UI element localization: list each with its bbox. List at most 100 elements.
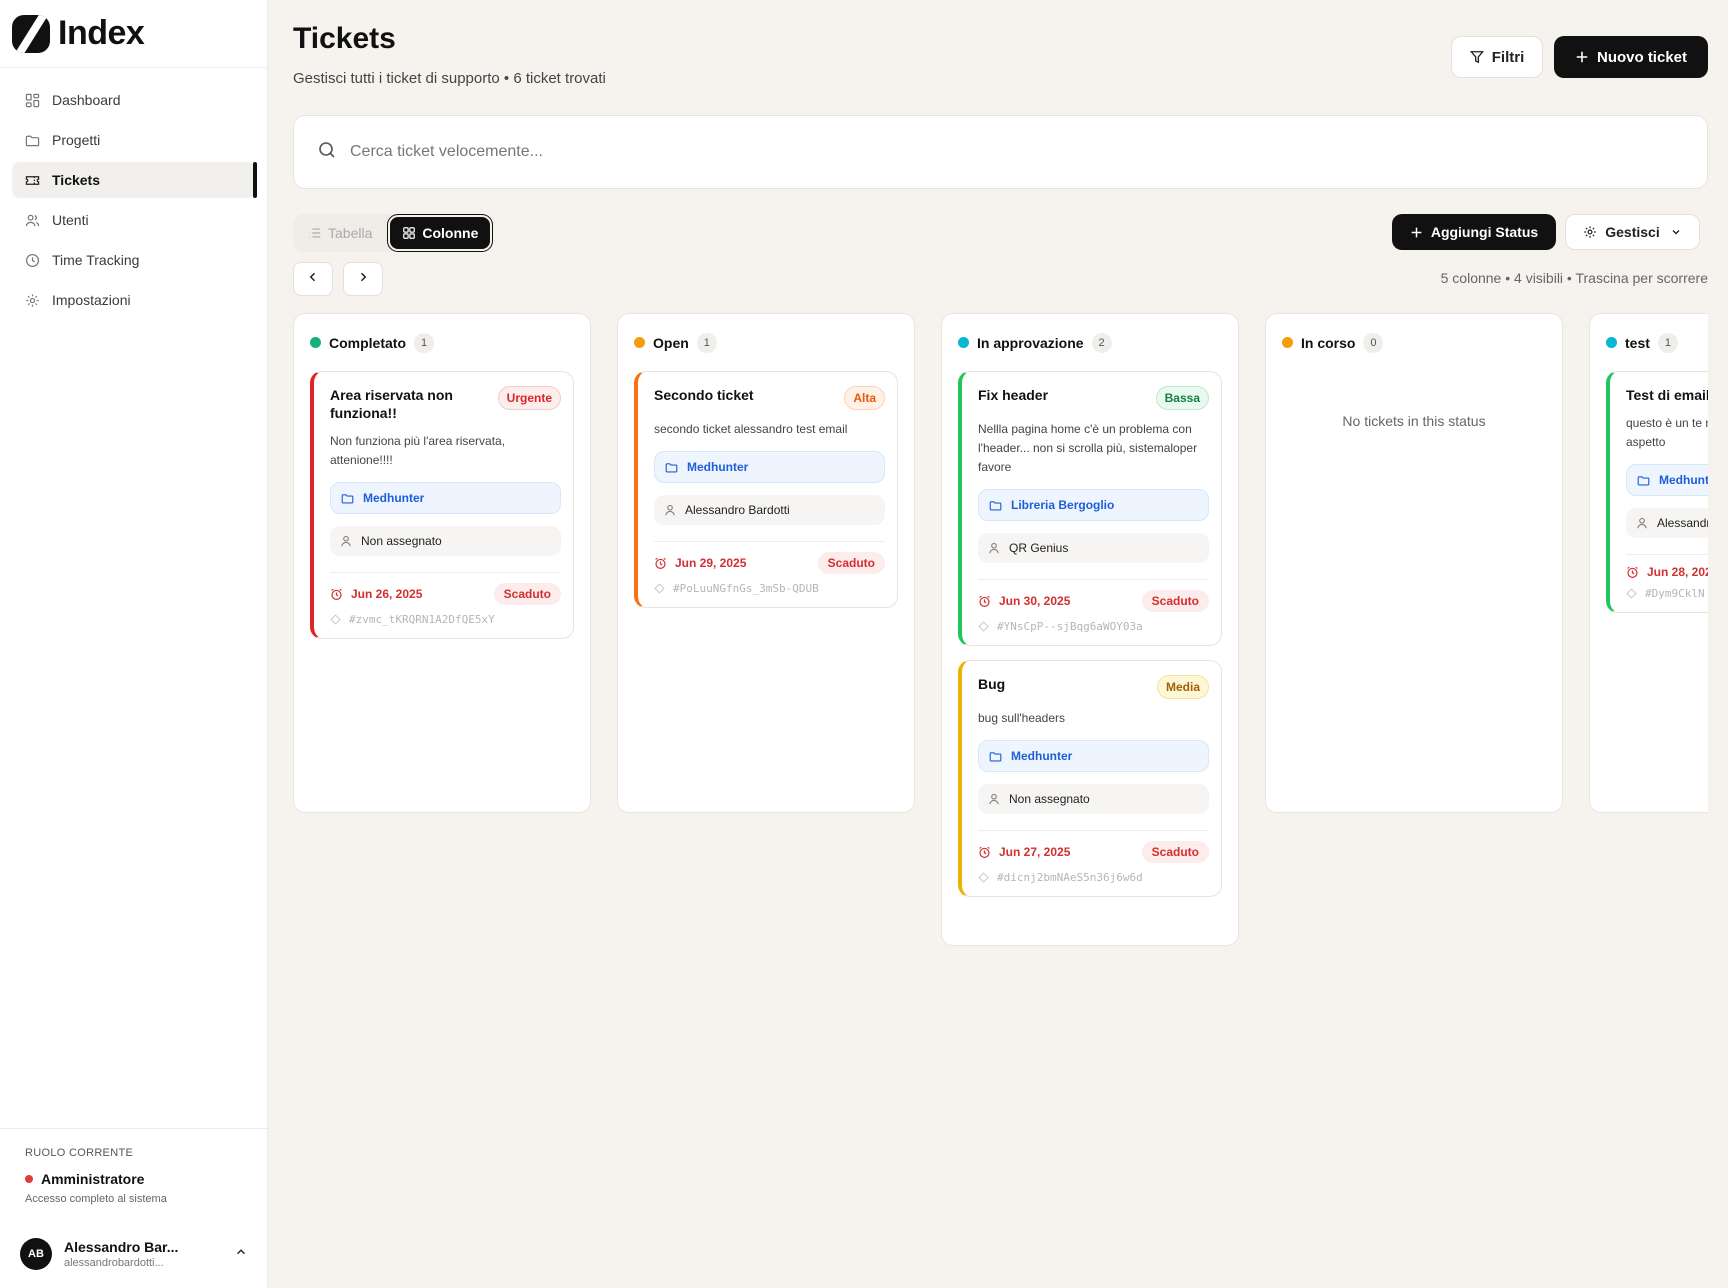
ticket-id: #PoLuuNGfnGs_3mSb-QDUB [654,582,885,595]
role-title: RUOLO CORRENTE [25,1147,134,1159]
user-menu[interactable]: AB Alessandro Bar... alessandrobardotti.… [20,1238,248,1270]
search-input[interactable] [350,143,1550,161]
assignee-tag[interactable]: Alessandr [1626,508,1708,538]
priority-badge: Alta [844,386,885,410]
clock-icon [24,252,40,268]
dashboard-icon [24,92,40,108]
divider [330,572,561,573]
priority-badge: Bassa [1155,386,1209,410]
due-date-label: Jun 29, 2025 [675,556,747,570]
role-panel: RUOLO CORRENTE Amministratore Accesso co… [0,1128,268,1288]
tab-columns-label: Colonne [422,225,479,241]
alarm-clock-icon [1626,566,1639,579]
user-icon [988,793,1000,805]
sidebar-item-progetti[interactable]: Progetti [12,122,255,158]
due-date: Jun 27, 2025 [978,845,1070,859]
tab-table-label: Tabella [328,225,373,241]
sidebar-item-impostazioni[interactable]: Impostazioni [12,282,255,318]
column-count: 1 [1657,332,1678,353]
column-header[interactable]: test 1 [1590,314,1708,371]
avatar: AB [20,1238,52,1270]
chevron-up-icon[interactable] [234,1245,248,1264]
column-header[interactable]: Completato 1 [294,314,590,371]
ticket-id-label: #Dym9CklN [1645,587,1705,600]
project-tag[interactable]: Libreria Bergoglio [978,489,1209,521]
role-name-label: Amministratore [41,1171,145,1187]
new-ticket-button-label: Nuovo ticket [1596,48,1687,66]
ticket-title: Secondo ticket [654,387,754,403]
assignee-tag[interactable]: Non assegnato [330,526,561,556]
project-tag[interactable]: Medhunt [1626,464,1708,496]
ticket-title: Bug [978,676,1006,692]
sidebar-item-tickets[interactable]: Tickets [12,162,257,198]
ticket-description: bug sull'headers [978,711,1066,725]
manage-label: Gestisci [1605,224,1660,240]
folder-icon [1637,474,1650,487]
ticket-id: #Dym9CklN [1626,587,1708,600]
ticket-id-label: #YNsCpP--sjBqg6aWOY03a [997,620,1143,633]
due-date: Jun 30, 2025 [978,594,1070,608]
ticket-title: Fix header [978,387,1049,403]
due-date-label: Jun 28, 202 [1647,565,1708,579]
alarm-clock-icon [978,595,991,608]
project-name: Medhunt [1659,473,1708,487]
ticket-card[interactable]: Area riservata non funziona!! Urgente No… [310,371,574,639]
tab-table-view[interactable]: Tabella [296,217,384,249]
brand[interactable]: Index [0,0,267,68]
project-name: Medhunter [687,460,749,474]
users-icon [24,212,40,228]
chevron-down-icon [1670,226,1682,238]
search-bar [293,115,1708,189]
ticket-card[interactable]: Secondo ticket Alta secondo ticket aless… [634,371,898,608]
add-status-button[interactable]: Aggiungi Status [1392,214,1556,250]
kanban-column: Open 1 Secondo ticket Alta secondo ticke… [617,313,915,813]
folder-icon [24,132,40,148]
plus-icon [1410,226,1423,239]
plus-icon [1575,50,1589,64]
tab-columns-view[interactable]: Colonne [390,217,491,249]
project-tag[interactable]: Medhunter [330,482,561,514]
assignee-tag[interactable]: Non assegnato [978,784,1209,814]
assignee-name: Non assegnato [361,534,442,548]
ticket-card[interactable]: Bug Media bug sull'headers Medhunter Non… [958,660,1222,897]
manage-dropdown[interactable]: Gestisci [1565,214,1700,250]
assignee-name: Non assegnato [1009,792,1090,806]
diamond-icon [654,583,665,594]
column-name: In approvazione [977,334,1084,351]
diamond-icon [330,614,341,625]
assignee-tag[interactable]: Alessandro Bardotti [654,495,885,525]
assignee-name: Alessandr [1657,516,1708,530]
ticket-card[interactable]: Test di email questo è un te non mi aspe… [1606,371,1708,613]
scroll-left-button[interactable] [293,262,333,296]
project-tag[interactable]: Medhunter [654,451,885,483]
column-header[interactable]: In approvazione 2 [942,314,1238,371]
user-info: Alessandro Bar... alessandrobardotti... [64,1239,234,1269]
status-badge: Scaduto [1141,590,1209,612]
sidebar-item-dashboard[interactable]: Dashboard [12,82,255,118]
role-status-dot [25,1175,33,1183]
folder-icon [665,461,678,474]
role-description: Accesso completo al sistema [25,1193,167,1205]
assignee-tag[interactable]: QR Genius [978,533,1209,563]
column-header[interactable]: Open 1 [618,314,914,371]
filter-button[interactable]: Filtri [1451,36,1543,78]
sidebar-item-utenti[interactable]: Utenti [12,202,255,238]
column-count: 1 [414,332,434,353]
empty-column-message: No tickets in this status [1342,413,1486,429]
alarm-clock-icon [654,557,667,570]
folder-icon [989,499,1002,512]
ticket-id-label: #dicnj2bmNAeS5n36j6w6d [997,871,1143,884]
column-count: 1 [696,332,717,353]
sidebar-item-time-tracking[interactable]: Time Tracking [12,242,255,278]
sidebar-item-label: Dashboard [52,92,121,108]
due-date-label: Jun 30, 2025 [999,594,1071,608]
ticket-description: Nellla pagina home c'è un problema con l… [978,422,1198,474]
ticket-card[interactable]: Fix header Bassa Nellla pagina home c'è … [958,371,1222,646]
column-header[interactable]: In corso 0 [1266,314,1562,371]
view-toggle: Tabella Colonne [293,214,491,252]
new-ticket-button[interactable]: Nuovo ticket [1554,36,1708,78]
divider [978,579,1209,580]
column-name: In corso [1301,334,1356,351]
project-tag[interactable]: Medhunter [978,740,1209,772]
scroll-right-button[interactable] [343,262,383,296]
